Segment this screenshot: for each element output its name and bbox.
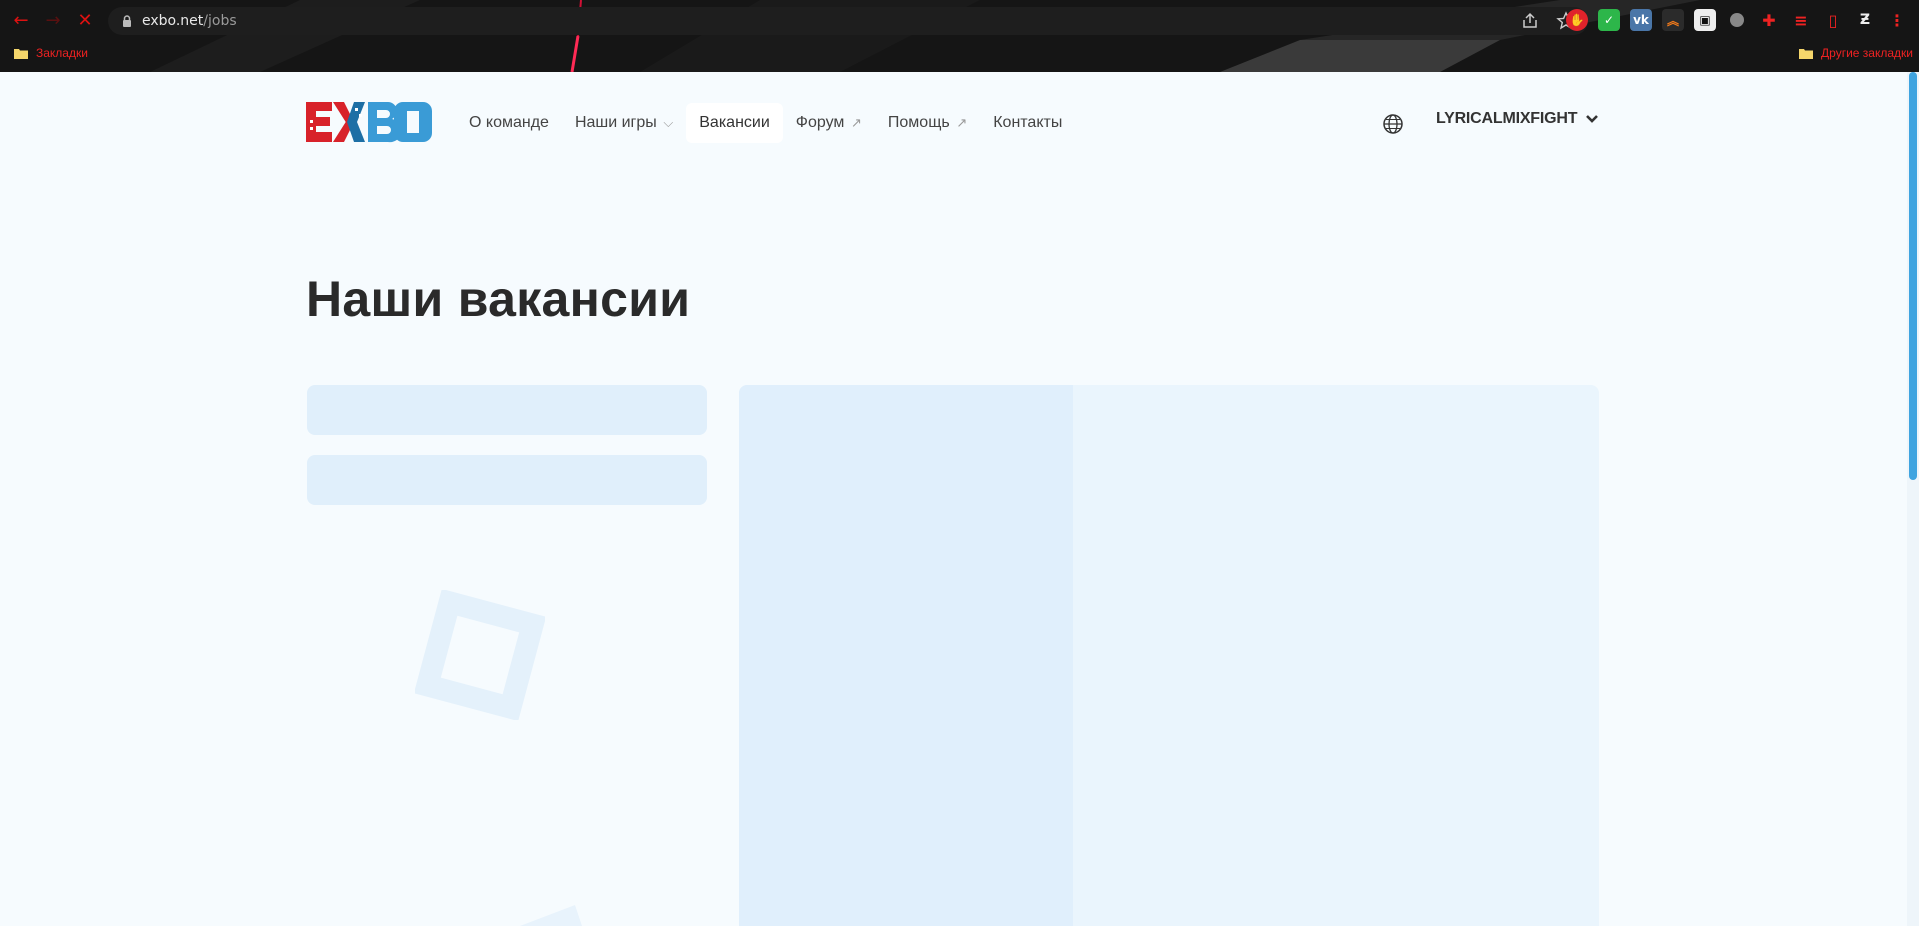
back-icon[interactable]: ← bbox=[10, 10, 32, 32]
scrollbar-thumb[interactable] bbox=[1909, 72, 1917, 480]
page-title: Наши вакансии bbox=[306, 271, 691, 327]
nav-games-label: Наши игры bbox=[574, 114, 657, 131]
decorative-shape-partial bbox=[520, 905, 582, 926]
nav-games[interactable]: Наши игры ⌵ bbox=[562, 103, 686, 143]
nav-jobs[interactable]: Вакансии bbox=[686, 103, 783, 143]
shield-extension-icon[interactable]: ✓ bbox=[1598, 9, 1620, 31]
nav-jobs-label: Вакансии bbox=[699, 114, 770, 131]
category-skeleton-placeholder bbox=[307, 455, 707, 505]
nav-forum[interactable]: Форум ↗ bbox=[783, 103, 875, 143]
nav-about[interactable]: О команде bbox=[456, 103, 562, 143]
bookmarks-folder-label: Закладки bbox=[36, 46, 88, 60]
exbo-logo[interactable] bbox=[306, 100, 434, 144]
decorative-square-shape bbox=[415, 590, 545, 720]
nav-about-label: О команде bbox=[469, 114, 549, 131]
browser-nav-buttons: ← → ✕ bbox=[10, 10, 96, 32]
chevrons-up-extension-icon[interactable]: ︽ bbox=[1662, 9, 1684, 31]
circle-extension-icon[interactable] bbox=[1730, 13, 1744, 27]
profile-avatar-icon[interactable]: Ƶ bbox=[1854, 9, 1876, 31]
main-nav: О команде Наши игры ⌵ Вакансии Форум ↗ П… bbox=[456, 103, 1075, 143]
other-bookmarks-label: Другие закладки bbox=[1821, 46, 1913, 60]
lock-icon bbox=[123, 15, 131, 27]
username: LYRICALMIXFIGHT bbox=[1436, 110, 1578, 127]
bookmarks-folder[interactable]: Закладки bbox=[14, 46, 88, 60]
vacancy-list-skeleton bbox=[739, 385, 1073, 926]
side-panel-icon[interactable]: ▯ bbox=[1822, 9, 1844, 31]
url-path: /jobs bbox=[203, 13, 237, 29]
category-skeleton-placeholder bbox=[307, 385, 707, 435]
browser-chrome: ← → ✕ exbo.net/jobs ✋ ✓ vk ︽ ▣ ✚ ≡ ▯ Ƶ ⋮ bbox=[0, 0, 1919, 72]
external-link-icon: ↗ bbox=[952, 115, 968, 130]
bookmarks-bar: Закладки Другие закладки bbox=[0, 42, 1919, 64]
user-menu[interactable]: LYRICALMIXFIGHT bbox=[1436, 110, 1599, 128]
nav-contacts-label: Контакты bbox=[993, 114, 1063, 131]
address-bar[interactable]: exbo.net/jobs bbox=[108, 7, 1588, 35]
adblock-extension-icon[interactable]: ✋ bbox=[1566, 9, 1588, 31]
chevron-down-icon bbox=[1586, 115, 1599, 123]
folder-icon bbox=[14, 49, 28, 59]
other-bookmarks-folder[interactable]: Другие закладки bbox=[1799, 46, 1913, 60]
folder-icon bbox=[1799, 49, 1814, 59]
reading-list-icon[interactable]: ≡ bbox=[1790, 9, 1812, 31]
language-globe-icon[interactable] bbox=[1382, 113, 1404, 135]
external-link-icon: ↗ bbox=[847, 115, 862, 130]
stop-loading-icon[interactable]: ✕ bbox=[74, 10, 96, 32]
url-text[interactable]: exbo.net/jobs bbox=[142, 13, 237, 29]
forward-icon[interactable]: → bbox=[42, 10, 64, 32]
nav-contacts[interactable]: Контакты bbox=[980, 103, 1075, 143]
nav-help-label: Помощь bbox=[887, 114, 950, 131]
url-host: exbo.net bbox=[142, 13, 204, 29]
nav-forum-label: Форум bbox=[795, 114, 845, 131]
vk-extension-icon[interactable]: vk bbox=[1630, 9, 1652, 31]
nav-help[interactable]: Помощь ↗ bbox=[875, 103, 980, 143]
kebab-menu-icon[interactable]: ⋮ bbox=[1886, 9, 1908, 31]
chevron-down-icon: ⌵ bbox=[659, 115, 674, 130]
extensions-bar: ✋ ✓ vk ︽ ▣ ✚ ≡ ▯ Ƶ ⋮ bbox=[1566, 9, 1908, 31]
vacancy-skeleton-panel bbox=[739, 385, 1599, 926]
share-icon[interactable] bbox=[1520, 11, 1540, 31]
puzzle-extensions-icon[interactable]: ✚ bbox=[1758, 9, 1780, 31]
window-extension-icon[interactable]: ▣ bbox=[1694, 9, 1716, 31]
